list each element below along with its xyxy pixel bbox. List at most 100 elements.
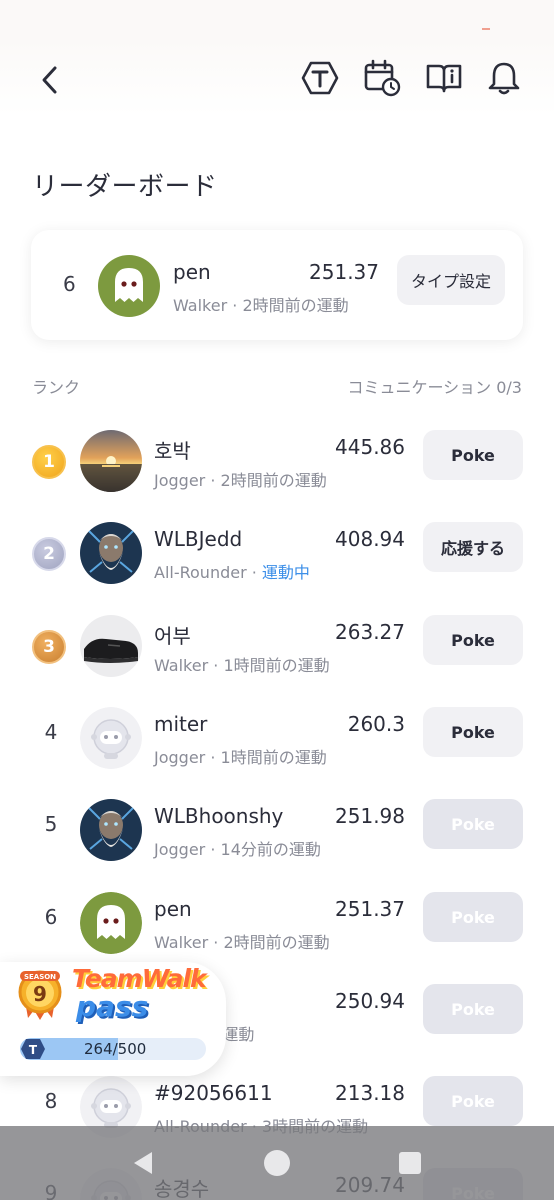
page-title: リーダーボード xyxy=(32,172,218,202)
my-rank: 6 xyxy=(63,272,76,296)
user-avatar[interactable] xyxy=(80,892,142,954)
user-name: #92056611 xyxy=(154,1081,273,1105)
poke-button[interactable]: Poke xyxy=(423,615,523,665)
bell-icon xyxy=(488,62,520,95)
user-name: WLBJedd xyxy=(154,527,243,551)
activity-status: 2時間前の運動 xyxy=(220,471,327,490)
user-score: 260.3 xyxy=(347,712,405,736)
teamwalk-pass-badge[interactable]: SEASON 9 TeamWalk pass T 264/500 xyxy=(0,962,226,1076)
nav-home-icon[interactable] xyxy=(262,1148,292,1178)
rank-medal-gold-icon: 1 xyxy=(32,445,66,479)
poke-button[interactable]: Poke xyxy=(423,707,523,757)
communication-counter: コミュニケーション 0/3 xyxy=(347,378,522,397)
user-score: 263.27 xyxy=(335,620,405,644)
type-settings-button[interactable]: タイプ設定 xyxy=(397,255,505,305)
token-icon: T xyxy=(21,1039,45,1059)
user-avatar[interactable] xyxy=(80,799,142,861)
top-bar xyxy=(0,40,554,116)
rank-column-label: ランク xyxy=(32,378,81,397)
rank-medal-bronze-icon: 3 xyxy=(32,630,66,664)
pass-logo-top: TeamWalk xyxy=(72,964,207,993)
robot-avatar-icon xyxy=(80,707,142,769)
activity-status: 1時間前の運動 xyxy=(223,656,330,675)
user-avatar[interactable] xyxy=(80,615,142,677)
book-icon xyxy=(426,64,462,93)
user-type: Jogger xyxy=(154,840,206,859)
token-button[interactable] xyxy=(300,58,340,98)
poke-button[interactable]: Poke xyxy=(423,430,523,480)
leaderboard-row[interactable]: 6 pen 251.37 Walker · 2時間前の運動 Poke xyxy=(0,875,554,967)
user-type: Walker xyxy=(154,933,209,952)
user-type: Jogger xyxy=(154,471,206,490)
shoe-avatar-icon xyxy=(80,615,142,677)
my-last-activity: 2時間前の運動 xyxy=(242,296,349,315)
user-score: 213.18 xyxy=(335,1081,405,1105)
my-rank-card: 6 pen 251.37 Walker · 2時間前の運動 タイプ設定 xyxy=(31,230,523,340)
user-score: 408.94 xyxy=(335,527,405,551)
leaderboard-row[interactable]: 1 호박 445.86 Jogger · 2時間前の運動 Poke xyxy=(0,413,554,505)
svg-text:SEASON: SEASON xyxy=(24,973,56,981)
user-status-line: Jogger · 1時間前の運動 xyxy=(154,748,327,767)
user-name: 호박 xyxy=(154,439,191,463)
leaderboard-row[interactable]: 3 어부 263.27 Walker · 1時間前の運動 Poke xyxy=(0,598,554,690)
rank-medal-silver-icon: 2 xyxy=(32,537,66,571)
user-status-line: Jogger · 14分前の運動 xyxy=(154,840,321,859)
user-score: 251.98 xyxy=(335,804,405,828)
token-icon xyxy=(301,61,339,95)
poke-button[interactable]: Poke xyxy=(423,1076,523,1126)
user-name: pen xyxy=(154,897,192,921)
nav-recents-icon[interactable] xyxy=(395,1148,425,1178)
calendar-button[interactable] xyxy=(362,58,402,98)
user-type: All-Rounder xyxy=(154,563,247,582)
guide-button[interactable] xyxy=(424,58,464,98)
user-type: Jogger xyxy=(154,748,206,767)
system-nav-bar xyxy=(0,1126,554,1200)
user-status-line: Jogger · 2時間前の運動 xyxy=(154,471,327,490)
user-score: 251.37 xyxy=(335,897,405,921)
user-score: 250.94 xyxy=(335,989,405,1013)
status-bar xyxy=(0,0,554,40)
user-avatar[interactable] xyxy=(80,707,142,769)
status-indicator xyxy=(482,28,490,30)
back-arrow-icon xyxy=(42,66,57,94)
user-name: miter xyxy=(154,712,208,736)
rank-number: 5 xyxy=(44,812,58,836)
cheer-button[interactable]: 応援する xyxy=(423,522,523,572)
user-avatar[interactable] xyxy=(80,430,142,492)
activity-status: 2時間前の運動 xyxy=(223,933,330,952)
nav-back-icon[interactable] xyxy=(128,1148,158,1178)
wizard-avatar-icon xyxy=(80,522,142,584)
my-status: Walker · 2時間前の運動 xyxy=(173,296,349,315)
user-status-line: Walker · 2時間前の運動 xyxy=(154,933,330,952)
user-status-line: Walker · 1時間前の運動 xyxy=(154,656,330,675)
rank-number: 8 xyxy=(44,1089,58,1113)
season-medal-icon: SEASON9 xyxy=(18,970,62,1020)
notification-button[interactable] xyxy=(484,58,524,98)
pass-progress-text: 264/500 xyxy=(84,1040,147,1058)
ghost-avatar-icon xyxy=(98,255,160,317)
pass-logo-bottom: pass xyxy=(76,990,149,1023)
sunset-avatar-icon xyxy=(80,430,142,492)
back-button[interactable] xyxy=(30,60,70,100)
leaderboard-row[interactable]: 4 miter 260.3 Jogger · 1時間前の運動 Poke xyxy=(0,690,554,782)
activity-status: 1時間前の運動 xyxy=(220,748,327,767)
user-score: 445.86 xyxy=(335,435,405,459)
svg-text:T: T xyxy=(29,1043,38,1057)
poke-button[interactable]: Poke xyxy=(423,984,523,1034)
user-type: Walker xyxy=(154,656,209,675)
poke-button[interactable]: Poke xyxy=(423,892,523,942)
rank-number: 4 xyxy=(44,720,58,744)
leaderboard-row[interactable]: 5 WLBhoonshy 251.98 Jogger · 14分前の運動 Poke xyxy=(0,782,554,874)
user-status-line: All-Rounder · 運動中 xyxy=(154,563,310,582)
leaderboard-row[interactable]: 2 WLBJedd 408.94 All-Rounder · 運動中 応援する xyxy=(0,505,554,597)
user-name: WLBhoonshy xyxy=(154,804,284,828)
svg-text:9: 9 xyxy=(33,982,47,1006)
user-name: 어부 xyxy=(154,624,191,648)
poke-button[interactable]: Poke xyxy=(423,799,523,849)
user-avatar[interactable] xyxy=(80,522,142,584)
wizard-avatar-icon xyxy=(80,799,142,861)
my-name: pen xyxy=(173,260,211,284)
list-header: ランク コミュニケーション 0/3 xyxy=(32,374,522,398)
ghost-avatar-icon xyxy=(80,892,142,954)
rank-number: 6 xyxy=(44,905,58,929)
